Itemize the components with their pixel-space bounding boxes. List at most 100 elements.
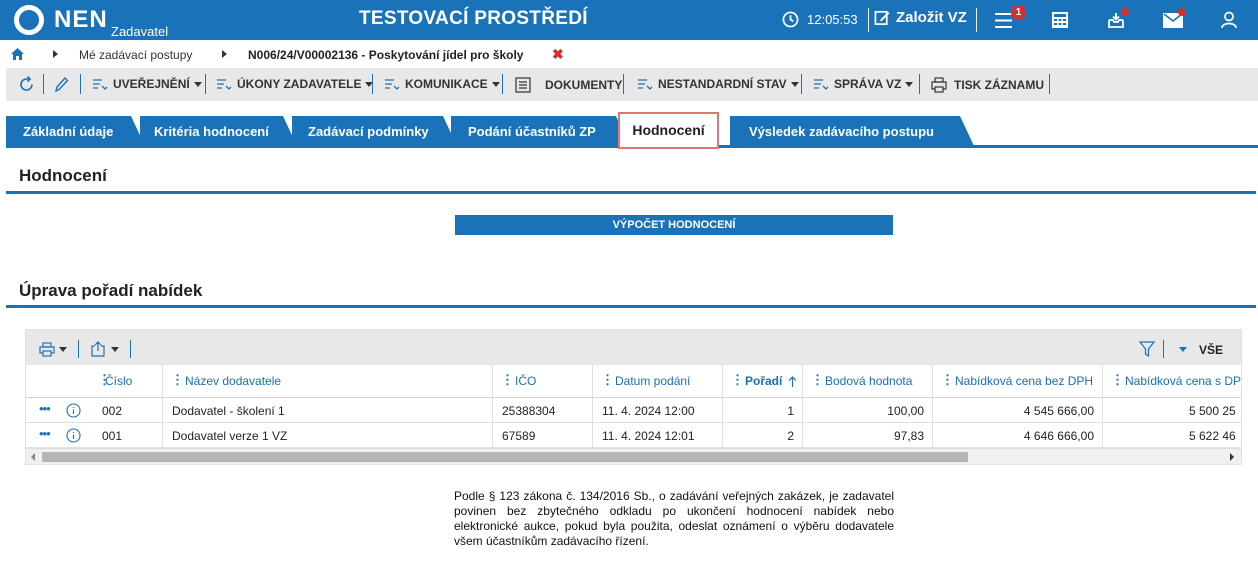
caret-down-icon [790,81,799,87]
column-menu-icon[interactable]: ⋮ [501,373,514,387]
evaluation-section-title: Hodnocení [19,166,107,185]
col-header-ico[interactable]: IČO [515,374,536,388]
list-arrow-icon [93,79,108,90]
cell-number: 001 [102,429,123,443]
cell-number: 002 [102,404,123,418]
refresh-icon[interactable] [18,76,35,93]
scroll-right-icon[interactable] [1230,453,1234,461]
documents-button[interactable]: DOKUMENTY [515,77,622,93]
tab-label: Podání účastníků ZP [468,124,596,139]
nonstandard-state-menu-button[interactable]: NESTANDARDNÍ STAV [637,77,799,91]
legal-notice: Podle § 123 zákona č. 134/2016 Sb., o za… [454,489,894,548]
caret-down-icon[interactable] [111,347,119,352]
contractor-acts-menu-button[interactable]: ÚKONY ZADAVATELE [216,77,374,91]
clock-time: 12:05:53 [807,12,858,27]
list-arrow-icon [638,79,653,90]
info-icon[interactable] [66,428,81,443]
environment-title: TESTOVACÍ PROSTŘEDÍ [359,8,588,29]
info-icon[interactable] [66,403,81,418]
column-menu-icon[interactable]: ⋮ [811,373,824,387]
col-header-number[interactable]: Číslo [105,374,132,388]
caret-down-icon [193,81,202,87]
horizontal-scrollbar[interactable] [26,448,1241,464]
caret-down-icon[interactable] [1179,347,1187,352]
column-menu-icon[interactable]: ⋮ [731,373,744,387]
nen-logo[interactable]: NEN [14,5,108,35]
list-arrow-icon [814,79,829,90]
documents-label: DOKUMENTY [545,78,623,92]
contractor-acts-label: ÚKONY ZADAVATELE [237,77,362,91]
logo-circle-icon [14,5,44,35]
toolbar-divider [80,74,81,94]
toolbar-divider [801,74,802,94]
divider [976,8,977,32]
publish-menu-button[interactable]: UVEŘEJNĚNÍ [92,77,202,91]
pencil-icon[interactable] [54,76,69,93]
col-header-supplier-name[interactable]: Název dodavatele [185,374,281,388]
tab-corner [960,116,974,146]
caret-down-icon [905,81,914,87]
row-actions-icon[interactable]: ••• [39,401,51,416]
col-header-rank[interactable]: Pořadí [745,374,782,388]
column-menu-icon[interactable]: ⋮ [171,373,184,387]
scrollbar-thumb[interactable] [42,452,968,462]
column-menu-icon[interactable]: ⋮ [601,373,614,387]
filter-all-label[interactable]: VŠE [1199,343,1223,357]
print-icon[interactable] [39,342,56,357]
logo-subtitle: Zadavatel [111,24,169,39]
breadcrumb: Mé zadávací postupy N006/24/V00002136 - … [0,44,1258,66]
toolbar-divider [1049,74,1050,94]
tab-procedure-result[interactable]: Výsledek zadávacího postupu [730,116,974,146]
divider [868,8,869,32]
table-row[interactable]: ••• 002 Dodavatel - školení 1 25388304 1… [26,398,1241,423]
vz-management-menu-button[interactable]: SPRÁVA VZ [813,77,914,91]
tab-evaluation[interactable]: Hodnocení [618,112,719,149]
section-divider [6,305,1256,308]
calculator-icon[interactable] [1051,11,1069,29]
sort-ascending-icon[interactable] [788,376,797,387]
tab-participant-submissions[interactable]: Podání účastníků ZP [451,116,630,146]
toolbar-divider [43,74,44,94]
cell-score: 97,83 [893,429,924,443]
close-procedure-icon[interactable]: ✖ [552,46,564,63]
export-icon[interactable] [91,341,105,357]
cell-rank: 2 [787,429,794,443]
table-row[interactable]: ••• 001 Dodavatel verze 1 VZ 67589 11. 4… [26,423,1241,448]
col-header-score[interactable]: Bodová hodnota [825,374,912,388]
communication-label: KOMUNIKACE [405,77,488,91]
procedure-tabs: Základní údaje Kritéria hodnocení Zadáva… [6,112,1258,149]
col-header-price-incl-vat[interactable]: Nabídková cena s DP [1125,374,1241,388]
filter-icon[interactable] [1139,341,1155,357]
caret-down-icon[interactable] [59,347,67,352]
cell-price-incl-vat: 5 622 46 [1189,429,1236,443]
user-icon[interactable] [1221,11,1237,29]
column-menu-icon[interactable]: ⋮ [1111,373,1124,387]
breadcrumb-arrow-icon [53,50,58,58]
tab-basic-info[interactable]: Základní údaje [6,116,145,146]
breadcrumb-current-procedure[interactable]: N006/24/V00002136 - Poskytování jídel pr… [248,48,523,62]
menu-notification-badge: 1 [1011,5,1026,20]
grid-toolbar-divider [130,340,131,358]
printer-icon [931,77,947,93]
scroll-left-icon[interactable] [31,453,35,461]
create-vz-button[interactable]: Založit VZ [874,9,967,26]
grid-header-row: ⋮ Číslo ⋮ Název dodavatele ⋮ IČO ⋮ Datum… [26,365,1241,398]
toolbar-divider [919,74,920,94]
tab-label: Zadávací podmínky [308,124,429,139]
tab-evaluation-criteria[interactable]: Kritéria hodnocení [140,116,297,146]
toolbar-divider [623,74,624,94]
column-menu-icon[interactable]: ⋮ [941,373,954,387]
col-header-price-excl-vat[interactable]: Nabídková cena bez DPH [955,374,1093,388]
tab-tender-conditions[interactable]: Zadávací podmínky [292,116,457,146]
action-toolbar: UVEŘEJNĚNÍ ÚKONY ZADAVATELE KOMUNIKACE D… [6,68,1258,101]
home-icon[interactable] [11,48,24,60]
cell-rank: 1 [787,404,794,418]
row-actions-icon[interactable]: ••• [39,426,51,441]
create-vz-label: Založit VZ [896,9,967,26]
calculate-evaluation-button[interactable]: VÝPOČET HODNOCENÍ [455,215,893,235]
communication-menu-button[interactable]: KOMUNIKACE [384,77,500,91]
breadcrumb-my-procedures[interactable]: Mé zadávací postupy [79,48,192,62]
print-record-button[interactable]: TISK ZÁZNAMU [931,77,1044,93]
document-icon [515,77,531,93]
col-header-submission-date[interactable]: Datum podání [615,374,690,388]
